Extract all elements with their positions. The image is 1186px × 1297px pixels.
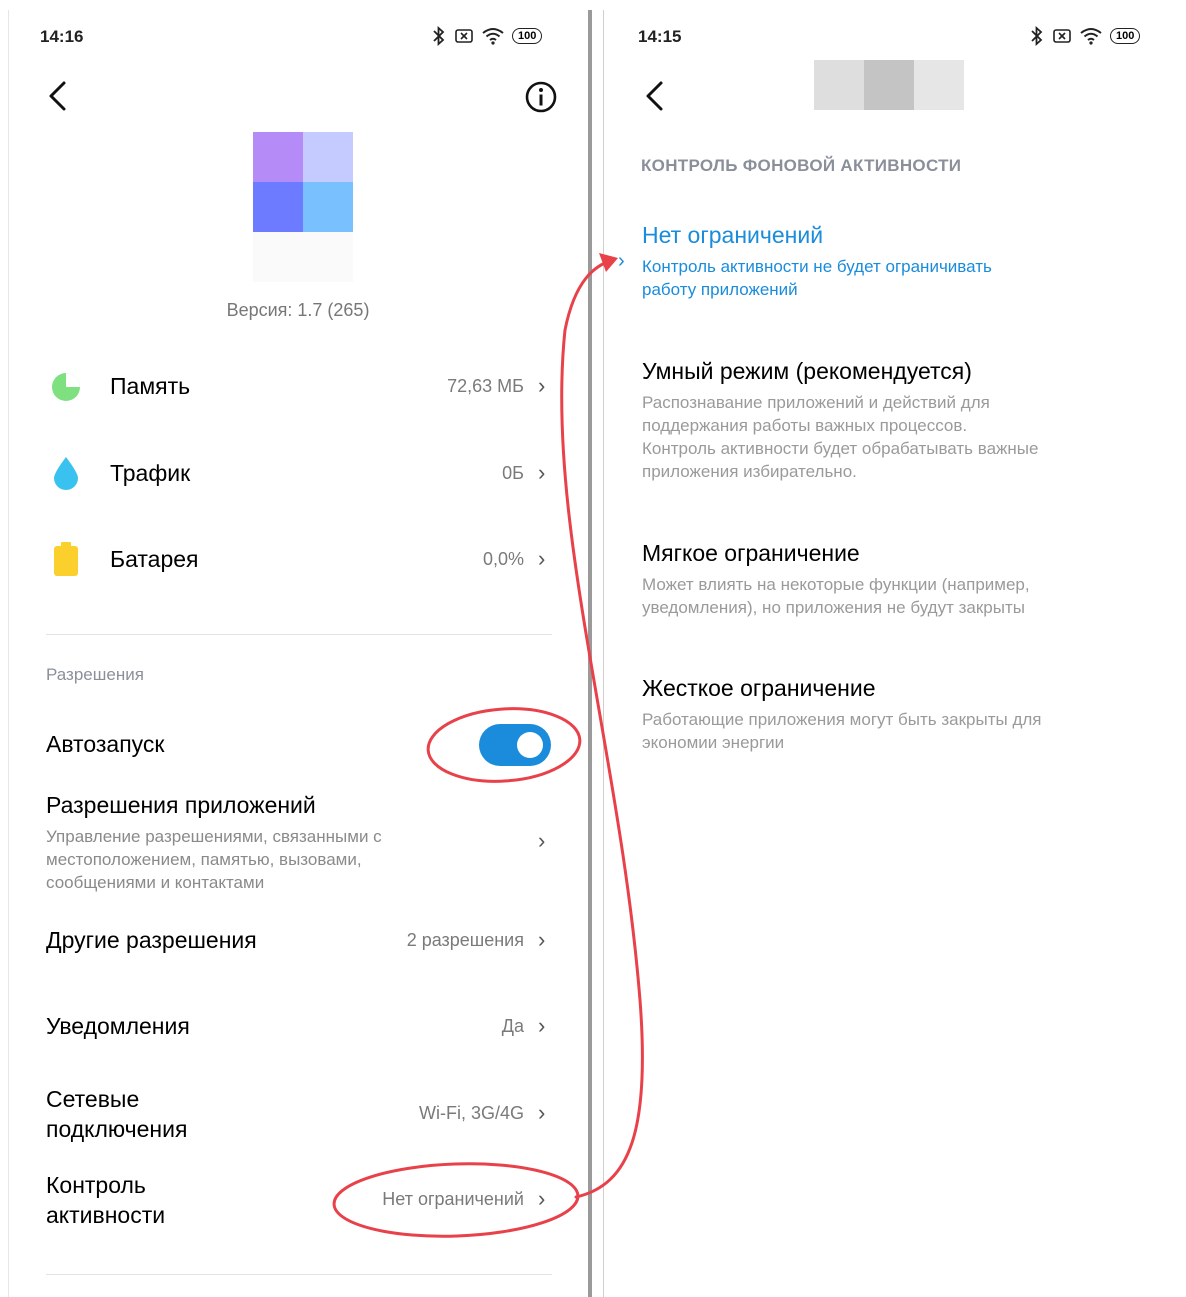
- annotation-overlay: [332, 253, 644, 1238]
- annotation-arrowhead: [599, 253, 618, 272]
- annotation-circle-toggle: [426, 707, 582, 783]
- annotation-circle-activity: [332, 1162, 580, 1238]
